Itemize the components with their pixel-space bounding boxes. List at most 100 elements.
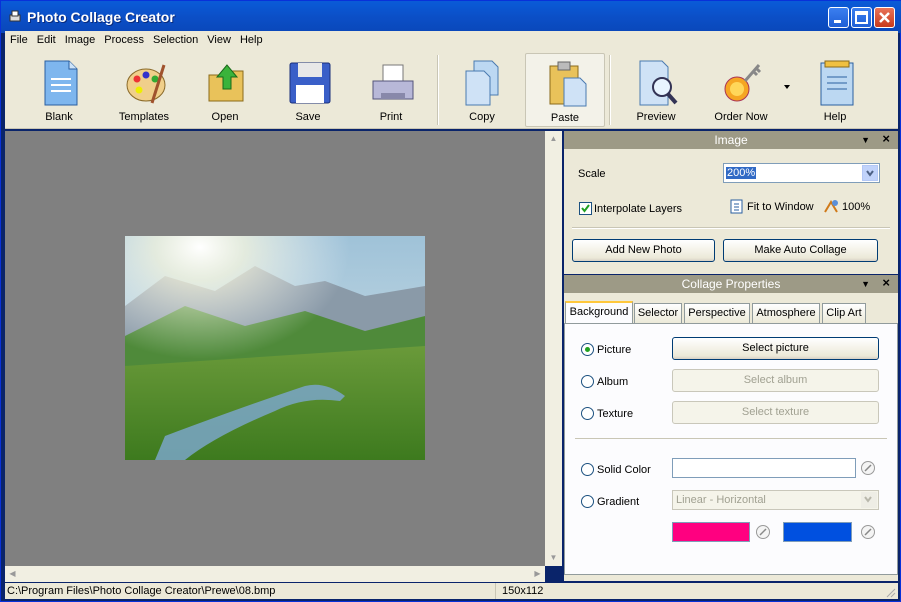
scale-select[interactable]: 200% (723, 163, 880, 183)
window-title: Photo Collage Creator (27, 9, 175, 25)
chevron-down-icon[interactable] (862, 165, 878, 181)
scroll-right-button[interactable]: ▶ (530, 566, 545, 581)
select-album-button[interactable]: Select album (672, 369, 879, 392)
panel-close-icon[interactable]: × (882, 130, 890, 148)
close-icon (879, 12, 890, 23)
menu-image[interactable]: Image (60, 31, 100, 46)
copy-button[interactable]: Copy (442, 53, 522, 127)
tab-background[interactable]: Background (565, 301, 633, 323)
open-button[interactable]: Open (185, 53, 265, 127)
templates-label: Templates (118, 111, 170, 123)
close-button[interactable] (874, 7, 895, 28)
templates-button[interactable]: Templates (104, 53, 184, 127)
scroll-left-button[interactable]: ◀ (5, 566, 20, 581)
interpolate-checkbox[interactable] (579, 202, 592, 215)
maximize-icon (855, 11, 868, 24)
tab-clip-art[interactable]: Clip Art (822, 303, 866, 323)
copy-icon (465, 60, 499, 106)
blank-button[interactable]: Blank (19, 53, 99, 127)
printer-icon (372, 64, 414, 100)
zoom-100-icon[interactable] (823, 199, 839, 214)
status-file-path: C:\Program Files\Photo Collage Creator\P… (7, 585, 276, 597)
print-button[interactable]: Print (351, 53, 431, 127)
collage-panel-header: Collage Properties ▼ × (564, 275, 898, 293)
preview-magnifier-icon (639, 60, 678, 106)
vertical-scrollbar[interactable]: ▲ ▼ (545, 131, 562, 566)
picture-label: Picture (597, 344, 632, 356)
app-window: Photo Collage Creator File Edit Image Proce… (0, 0, 901, 602)
key-icon (724, 64, 762, 102)
paste-label: Paste (550, 112, 580, 124)
collage-photo[interactable] (125, 236, 425, 460)
help-label: Help (823, 111, 847, 123)
panel-menu-icon[interactable]: ▼ (861, 131, 870, 149)
image-panel-title: Image (714, 133, 748, 147)
checkmark-icon (581, 204, 590, 213)
fit-to-window-icon[interactable] (730, 199, 744, 214)
horizontal-scrollbar[interactable]: ◀ ▶ (5, 566, 545, 582)
texture-radio[interactable] (581, 407, 594, 420)
tab-perspective[interactable]: Perspective (684, 303, 750, 323)
album-radio[interactable] (581, 375, 594, 388)
select-picture-button[interactable]: Select picture (672, 337, 879, 360)
picture-radio[interactable] (581, 343, 594, 356)
divider (575, 438, 887, 439)
copy-label: Copy (469, 111, 495, 123)
menu-view[interactable]: View (202, 31, 235, 46)
menu-edit[interactable]: Edit (32, 31, 60, 46)
status-divider (495, 583, 496, 599)
fit-to-window-link[interactable]: Fit to Window (747, 201, 814, 213)
chevron-down-icon[interactable] (861, 492, 877, 508)
scroll-up-button[interactable]: ▲ (546, 131, 561, 146)
collage-properties-panel: Collage Properties ▼ × Background Selector… (564, 275, 898, 581)
title-bar[interactable]: Photo Collage Creator (1, 1, 901, 33)
canvas-area[interactable] (5, 131, 545, 566)
solid-color-swatch[interactable] (672, 458, 856, 478)
scale-value: 200% (726, 167, 757, 179)
resize-grip-icon[interactable] (884, 586, 896, 598)
gradient-type-value: Linear - Horizontal (676, 494, 766, 506)
dropdown-arrow-icon[interactable] (784, 85, 792, 91)
save-button[interactable]: Save (268, 53, 348, 127)
order-now-button[interactable]: Order Now (701, 53, 781, 127)
minimize-button[interactable] (828, 7, 849, 28)
make-auto-collage-button[interactable]: Make Auto Collage (723, 239, 878, 262)
gradient-color-1-swatch[interactable] (672, 522, 750, 542)
zoom-100-link[interactable]: 100% (842, 201, 870, 213)
background-tab-content: Picture Select picture Album Select albu… (564, 323, 898, 575)
gradient-radio[interactable] (581, 495, 594, 508)
tab-atmosphere[interactable]: Atmosphere (752, 303, 820, 323)
color-picker-icon[interactable] (860, 460, 876, 476)
album-label: Album (597, 376, 629, 388)
color-picker-icon[interactable] (755, 524, 771, 540)
solid-color-radio[interactable] (581, 463, 594, 476)
preview-button[interactable]: Preview (616, 53, 696, 127)
color-picker-icon[interactable] (860, 524, 876, 540)
preview-label: Preview (636, 111, 676, 123)
panel-menu-icon[interactable]: ▼ (861, 275, 870, 293)
menu-selection[interactable]: Selection (148, 31, 202, 46)
solid-color-label: Solid Color (597, 464, 651, 476)
menu-process[interactable]: Process (99, 31, 148, 46)
scroll-down-button[interactable]: ▼ (546, 550, 561, 565)
tab-strip: Background Selector Perspective Atmosphe… (564, 301, 898, 325)
add-new-photo-button[interactable]: Add New Photo (572, 239, 715, 262)
minimize-icon (834, 20, 841, 23)
select-texture-button[interactable]: Select texture (672, 401, 879, 424)
maximize-button[interactable] (851, 7, 872, 28)
toolbar-separator (437, 55, 439, 125)
paste-button[interactable]: Paste (525, 53, 605, 127)
tab-selector[interactable]: Selector (634, 303, 682, 323)
help-button[interactable]: Help (795, 53, 875, 127)
save-label: Save (295, 111, 321, 123)
app-icon (9, 10, 21, 22)
menu-file[interactable]: File (5, 31, 32, 46)
menu-help[interactable]: Help (235, 31, 267, 46)
gradient-color-2-swatch[interactable] (783, 522, 852, 542)
gradient-type-select[interactable]: Linear - Horizontal (672, 490, 879, 510)
texture-label: Texture (597, 408, 634, 420)
gradient-label: Gradient (597, 496, 640, 508)
divider (572, 227, 890, 229)
panel-close-icon[interactable]: × (882, 274, 890, 292)
paste-icon (549, 61, 587, 107)
